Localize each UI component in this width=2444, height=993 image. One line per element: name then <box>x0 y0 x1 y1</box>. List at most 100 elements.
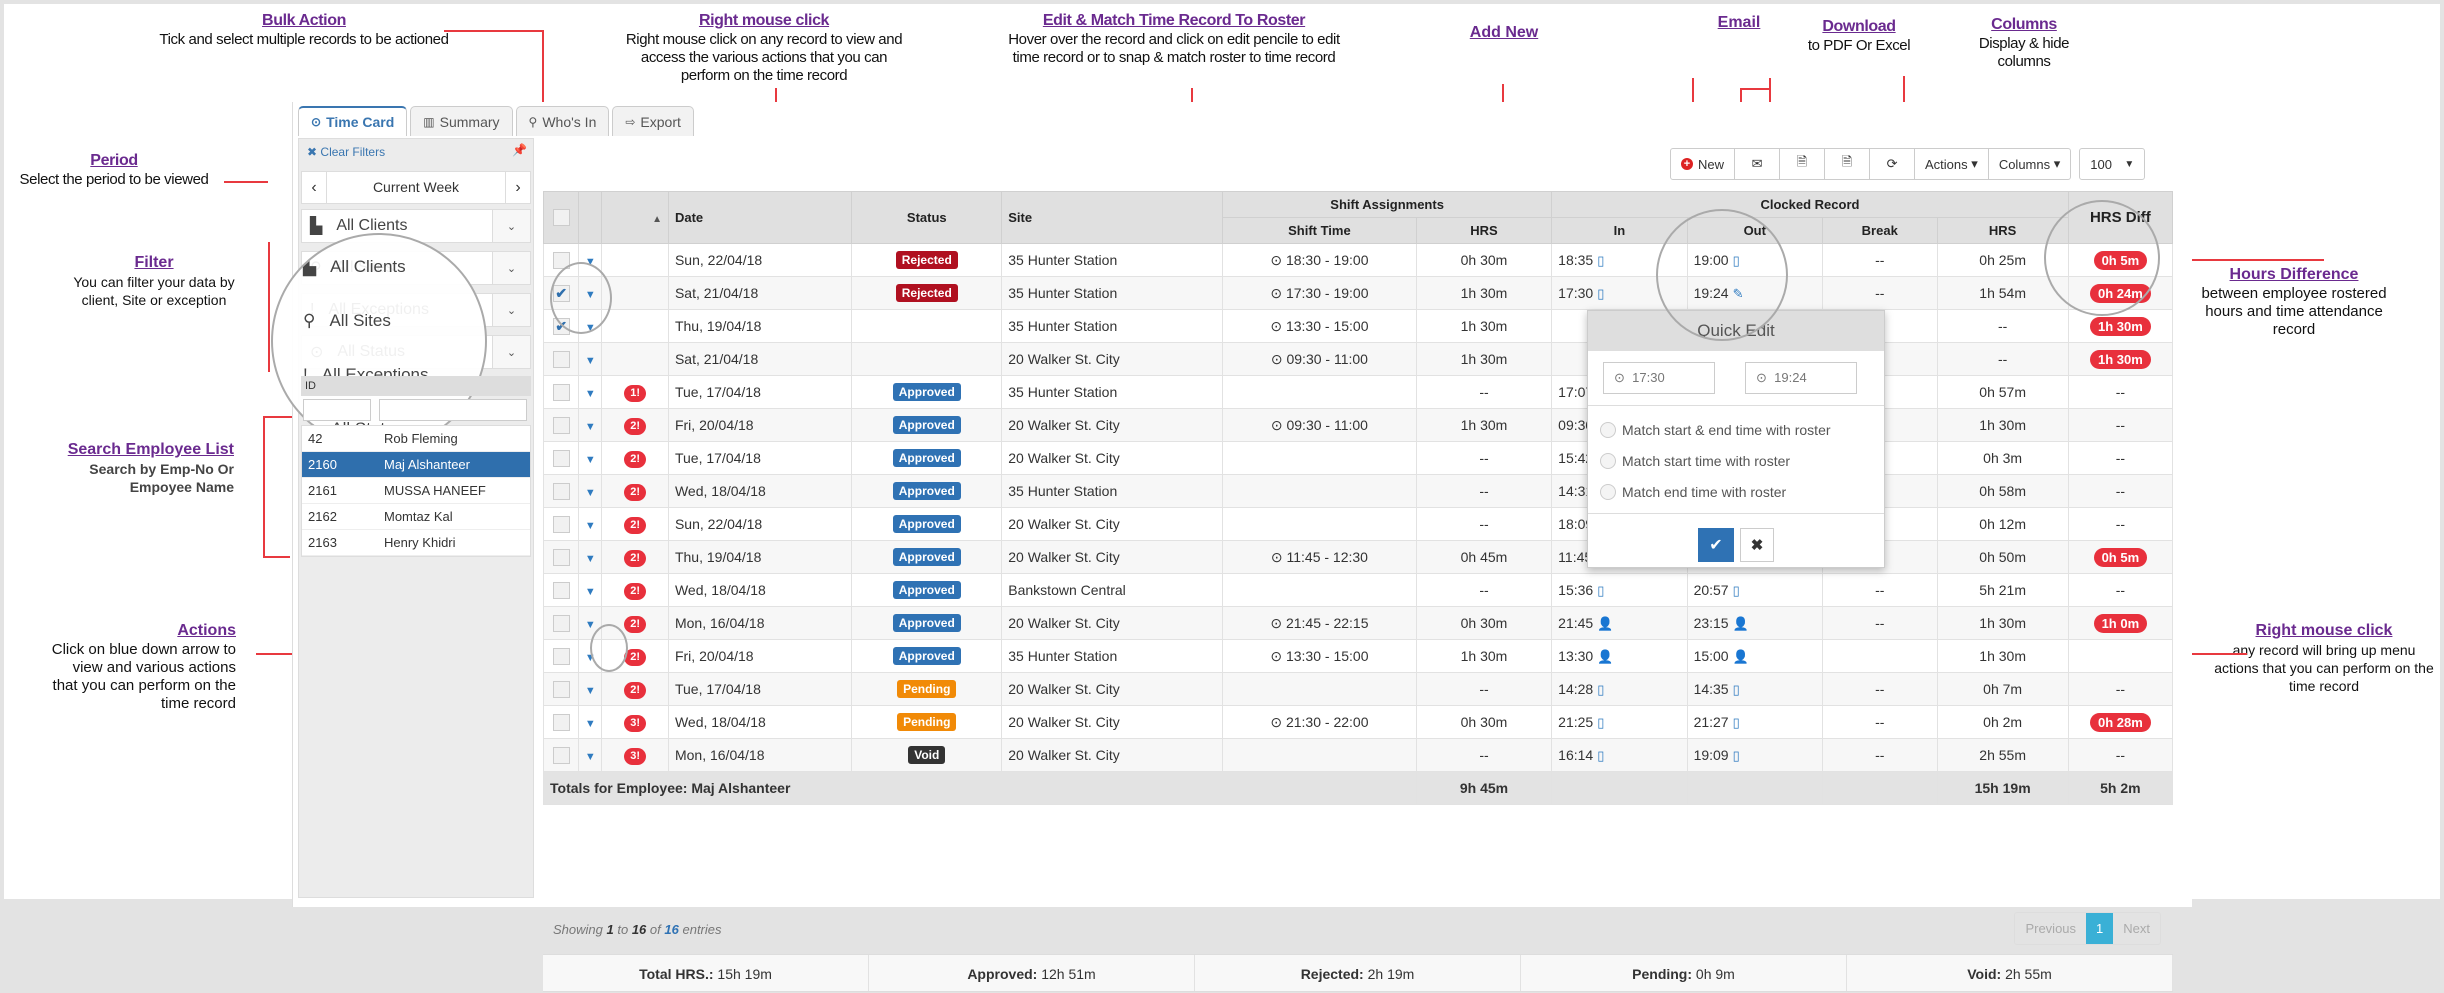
table-row[interactable]: ▼ 2! Fri, 20/04/18 Approved 35 Hunter St… <box>542 639 2174 673</box>
match-start-end-radio[interactable]: Match start & end time with roster <box>1600 414 1872 445</box>
page-1-button[interactable]: 1 <box>2086 913 2114 944</box>
email-button[interactable]: ✉ <box>1734 148 1781 180</box>
match-start-radio[interactable]: Match start time with roster <box>1600 445 1872 476</box>
chevron-down-icon[interactable]: ⌄ <box>492 210 530 242</box>
row-checkbox[interactable] <box>552 383 570 401</box>
clock-in-cell: 16:14 ▯ <box>1551 738 1688 772</box>
status-header[interactable]: Status <box>851 191 1003 244</box>
exception-header[interactable]: ▲ <box>601 191 669 244</box>
annotation-text: Search by Emp-No Or Empoyee Name <box>89 461 234 495</box>
caret-down-icon[interactable]: ▼ <box>585 454 596 466</box>
table-row[interactable]: ▼ 2! Thu, 19/04/18 Approved 20 Walker St… <box>542 540 2174 574</box>
table-row[interactable]: ▼ 2! Fri, 20/04/18 Approved 20 Walker St… <box>542 408 2174 442</box>
site-header[interactable]: Site <box>1001 191 1224 244</box>
table-row[interactable]: ▼ 3! Mon, 16/04/18 Void 20 Walker St. Ci… <box>542 738 2174 772</box>
exception-cell: 1! <box>601 375 669 409</box>
table-row[interactable]: ▼ 2! Tue, 17/04/18 Approved 20 Walker St… <box>542 441 2174 475</box>
row-checkbox[interactable] <box>552 482 570 500</box>
tab-whos-in[interactable]: ⚲ Who's In <box>515 106 610 136</box>
caret-down-icon[interactable]: ▼ <box>585 520 596 532</box>
columns-dropdown[interactable]: Columns ▾ <box>1987 148 2072 180</box>
table-row[interactable]: ✔ ▼ Thu, 19/04/18 35 Hunter Station ⊙ 13… <box>542 309 2174 343</box>
row-checkbox[interactable] <box>552 548 570 566</box>
radio-button[interactable] <box>1600 483 1616 500</box>
table-row[interactable]: ▼ 2! Wed, 18/04/18 Approved 35 Hunter St… <box>542 474 2174 508</box>
pin-icon[interactable]: 📌 <box>512 143 527 157</box>
cancel-button[interactable]: ✖ <box>1740 528 1774 562</box>
page-size-select[interactable]: 100 ▼ <box>2079 148 2146 180</box>
caret-down-icon[interactable]: ▼ <box>585 355 596 367</box>
employee-list-item[interactable]: 2163 Henry Khidri <box>302 530 530 556</box>
table-row[interactable]: ✔ ▼ Sat, 21/04/18 Rejected 35 Hunter Sta… <box>542 276 2174 310</box>
refresh-button[interactable]: ⟳ <box>1869 148 1916 180</box>
clock-out-time: 14:35 <box>1693 680 1729 697</box>
row-checkbox[interactable] <box>552 515 570 533</box>
new-button[interactable]: + New <box>1670 148 1736 180</box>
caret-down-icon[interactable]: ▼ <box>585 619 596 631</box>
actions-dropdown[interactable]: Actions ▾ <box>1914 148 1989 180</box>
row-checkbox[interactable] <box>552 581 570 599</box>
employee-list-item[interactable]: 42 Rob Fleming <box>302 426 530 452</box>
previous-page-button[interactable]: Previous <box>2015 913 2086 944</box>
end-time-input[interactable]: ⊙ 19:24 <box>1745 362 1857 394</box>
date-header[interactable]: Date <box>667 191 853 244</box>
table-row[interactable]: ▼ 2! Wed, 18/04/18 Approved Bankstown Ce… <box>542 573 2174 607</box>
chevron-down-icon[interactable]: ⌄ <box>492 336 530 368</box>
row-checkbox[interactable] <box>552 647 570 665</box>
caret-down-icon[interactable]: ▼ <box>585 388 596 400</box>
select-all-checkbox[interactable] <box>552 209 570 227</box>
shift-time-header[interactable]: Shift Time <box>1222 217 1417 244</box>
shift-time: 21:30 - 22:00 <box>1285 713 1369 730</box>
period-label[interactable]: Current Week <box>327 172 505 203</box>
employee-list-item[interactable]: 2162 Momtaz Kal <box>302 504 530 530</box>
previous-period-button[interactable]: ‹ <box>302 172 327 203</box>
tab-time-card[interactable]: ⊙ Time Card <box>298 106 408 136</box>
tab-summary[interactable]: ▥ Summary <box>410 106 513 136</box>
radio-button[interactable] <box>1600 421 1616 438</box>
caret-down-icon[interactable]: ▼ <box>585 487 596 499</box>
break-header[interactable]: Break <box>1821 217 1938 244</box>
caret-down-icon[interactable]: ▼ <box>585 685 596 697</box>
radio-button[interactable] <box>1600 452 1616 469</box>
employee-list-item[interactable]: 2160 Maj Alshanteer <box>302 452 530 478</box>
table-row[interactable]: ▼ Sat, 21/04/18 20 Walker St. City ⊙ 09:… <box>542 342 2174 376</box>
employee-list-item[interactable]: 2161 MUSSA HANEEF <box>302 478 530 504</box>
excel-download-button[interactable]: 🗎 <box>1824 148 1871 180</box>
caret-down-icon[interactable]: ▼ <box>585 751 596 763</box>
caret-down-icon[interactable]: ▼ <box>585 586 596 598</box>
table-row[interactable]: ▼ Sun, 22/04/18 Rejected 35 Hunter Stati… <box>542 243 2174 277</box>
row-checkbox[interactable] <box>552 449 570 467</box>
employee-id-search-input[interactable] <box>303 399 371 421</box>
table-row[interactable]: ▼ 2! Sun, 22/04/18 Approved 20 Walker St… <box>542 507 2174 541</box>
annotation-text: Display & hide columns <box>1978 35 2070 70</box>
clear-filters-link[interactable]: ✖ Clear Filters <box>307 145 385 159</box>
chevron-down-icon[interactable]: ⌄ <box>492 294 530 326</box>
table-row[interactable]: ▼ 3! Wed, 18/04/18 Pending 20 Walker St.… <box>542 705 2174 739</box>
employee-name-search-input[interactable] <box>379 399 527 421</box>
shift-hrs-header[interactable]: HRS <box>1415 217 1553 244</box>
row-checkbox[interactable] <box>552 746 570 764</box>
annotation-title: Hours Difference <box>2229 266 2359 283</box>
row-checkbox[interactable] <box>552 416 570 434</box>
next-period-button[interactable]: › <box>505 172 530 203</box>
table-row[interactable]: ▼ 2! Mon, 16/04/18 Approved 20 Walker St… <box>542 606 2174 640</box>
pdf-download-button[interactable]: 🗎 <box>1779 148 1826 180</box>
match-end-radio[interactable]: Match end time with roster <box>1600 476 1872 507</box>
start-time-input[interactable]: ⊙ 17:30 <box>1603 362 1715 394</box>
table-row[interactable]: ▼ 1! Tue, 17/04/18 Approved 35 Hunter St… <box>542 375 2174 409</box>
caret-down-icon[interactable]: ▼ <box>585 421 596 433</box>
client-filter[interactable]: ▙ All Clients ⌄ <box>301 209 531 243</box>
confirm-button[interactable]: ✔ <box>1698 528 1734 562</box>
tab-export[interactable]: ⇨ Export <box>612 106 694 136</box>
row-checkbox[interactable] <box>552 680 570 698</box>
date-cell: Wed, 18/04/18 <box>667 705 853 739</box>
chevron-down-icon[interactable]: ⌄ <box>492 252 530 284</box>
row-checkbox[interactable] <box>552 713 570 731</box>
caret-down-icon[interactable]: ▼ <box>585 553 596 565</box>
table-row[interactable]: ▼ 2! Tue, 17/04/18 Pending 20 Walker St.… <box>542 672 2174 706</box>
row-checkbox[interactable] <box>552 350 570 368</box>
row-checkbox[interactable] <box>552 614 570 632</box>
status-cell: Approved <box>851 408 1003 442</box>
caret-down-icon[interactable]: ▼ <box>585 718 596 730</box>
next-page-button[interactable]: Next <box>2113 913 2160 944</box>
